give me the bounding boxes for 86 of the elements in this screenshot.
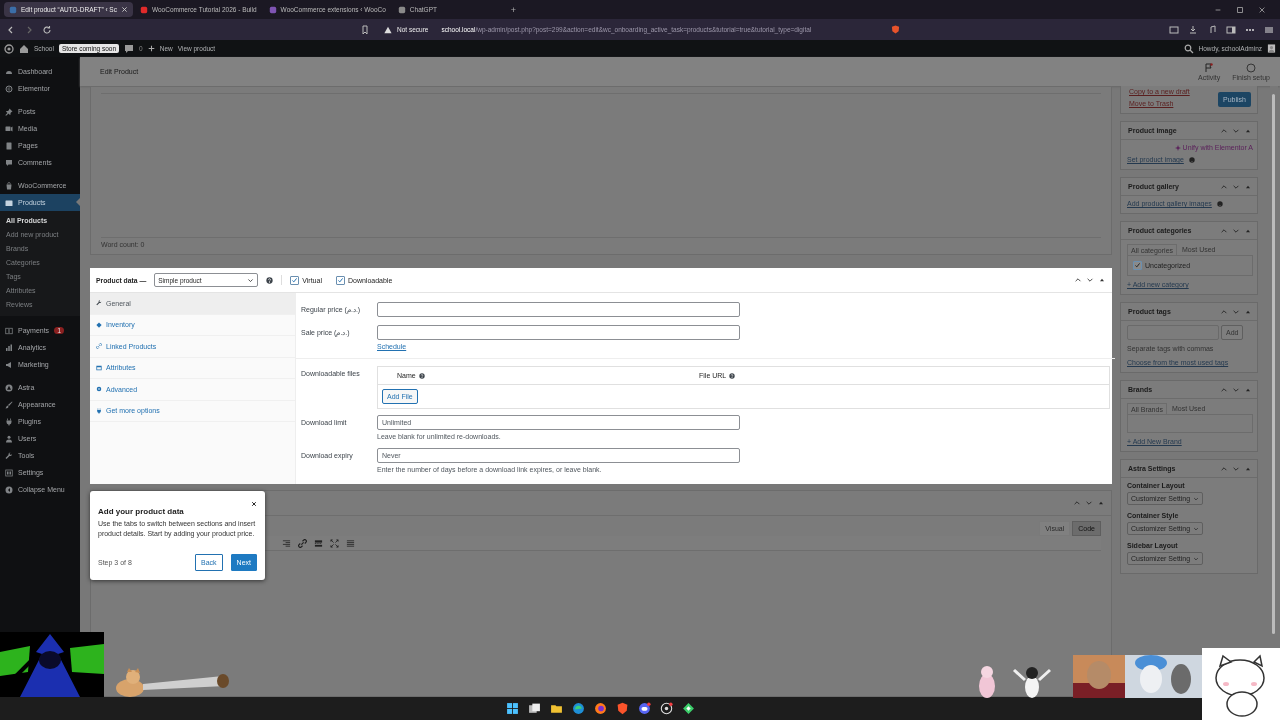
fullscreen-icon[interactable]: [330, 538, 339, 548]
shield-icon[interactable]: [891, 25, 900, 34]
logo-icon[interactable]: [4, 43, 14, 54]
sidebar-icon[interactable]: [1169, 24, 1179, 35]
maximize-icon[interactable]: [1236, 5, 1244, 14]
chevron-up-icon[interactable]: [1220, 464, 1228, 473]
pin-icon: [5, 107, 13, 116]
chevron-up-icon[interactable]: [1073, 499, 1081, 507]
flag-icon: [1204, 62, 1215, 73]
checkbox[interactable]: [335, 275, 345, 285]
search-icon[interactable]: [1183, 43, 1194, 54]
reload-icon[interactable]: [42, 24, 52, 35]
chevron-up-icon[interactable]: [1220, 307, 1228, 316]
collapse-icon: [5, 485, 13, 494]
wrench-icon: [5, 451, 13, 460]
site-icon: [9, 5, 17, 14]
site-icon: [268, 5, 277, 14]
align-right-icon[interactable]: [282, 538, 291, 548]
chevron-up-icon[interactable]: [1220, 182, 1228, 191]
media-icon: [5, 124, 13, 133]
windows-icon[interactable]: [505, 702, 519, 715]
chevron-up-icon[interactable]: [1220, 385, 1228, 394]
browser-icon[interactable]: [593, 702, 607, 715]
box-icon: [5, 198, 13, 207]
link-icon: [96, 343, 102, 350]
chevron-down-icon[interactable]: [1086, 276, 1094, 284]
chevron-up-icon[interactable]: [1074, 276, 1082, 284]
diamond-icon[interactable]: [681, 702, 695, 715]
read-more-icon[interactable]: [314, 538, 323, 548]
new-tab-button[interactable]: +: [504, 4, 523, 15]
gear-icon: [96, 386, 102, 393]
page-icon: [5, 141, 13, 150]
triangle-icon[interactable]: [1098, 276, 1106, 284]
chevron-down-icon: [1193, 555, 1200, 562]
checkbox[interactable]: [290, 275, 300, 285]
task-view-icon[interactable]: [527, 702, 541, 715]
megaphone-icon: [5, 360, 13, 369]
help-icon[interactable]: [729, 372, 736, 379]
plus-icon[interactable]: [147, 45, 155, 52]
bookmark-icon[interactable]: [360, 24, 370, 35]
site-icon: [139, 5, 148, 14]
brush-icon: [5, 400, 13, 409]
chevron-up-icon[interactable]: [1220, 226, 1228, 235]
help-icon[interactable]: [266, 276, 274, 284]
home-icon: [19, 43, 29, 54]
panel-icon[interactable]: [1226, 24, 1236, 35]
folder-icon[interactable]: [549, 702, 563, 715]
link-icon[interactable]: [298, 538, 307, 548]
bag-icon: [5, 181, 13, 190]
user-icon: [5, 434, 13, 443]
chevron-down-icon: [1193, 495, 1200, 502]
record-icon[interactable]: [659, 702, 673, 715]
browser-icon[interactable]: [571, 702, 585, 715]
circle-icon: [5, 84, 13, 93]
table-icon: [96, 364, 102, 371]
chevron-down-icon: [247, 276, 255, 284]
settings-icon: [5, 468, 13, 477]
help-icon[interactable]: [418, 372, 425, 379]
input-field[interactable]: [377, 302, 740, 317]
tag-icon: [96, 321, 102, 328]
download-icon[interactable]: [1188, 24, 1198, 35]
chevron-down-icon[interactable]: [1085, 499, 1093, 507]
site-icon: [397, 5, 406, 14]
chat-app-icon[interactable]: [637, 702, 651, 715]
avatar-icon[interactable]: [1267, 43, 1276, 54]
comment-icon: [5, 158, 13, 167]
triangle-icon[interactable]: [1097, 499, 1105, 507]
chevron-down-icon: [1193, 525, 1200, 532]
scrollbar-thumb[interactable]: [1272, 94, 1275, 634]
input-field[interactable]: [377, 325, 740, 340]
toolbar-toggle-icon[interactable]: [346, 538, 355, 548]
plug-icon: [96, 407, 102, 414]
wrench-icon: [96, 300, 102, 307]
bar-chart-icon: [5, 343, 13, 352]
comment-icon[interactable]: [124, 43, 135, 54]
warning-icon: [384, 25, 392, 34]
plug-icon: [5, 417, 13, 426]
payment-icon: [5, 326, 13, 335]
sparkle-icon: [1174, 144, 1181, 151]
shield-icon[interactable]: [615, 702, 629, 715]
chevron-up-icon[interactable]: [1220, 126, 1228, 135]
triangle-icon: [5, 383, 13, 392]
circle-icon: [1246, 62, 1257, 73]
close-icon[interactable]: [251, 501, 257, 507]
tour-title: Add your product data: [98, 507, 185, 516]
checkbox[interactable]: [1133, 261, 1142, 270]
